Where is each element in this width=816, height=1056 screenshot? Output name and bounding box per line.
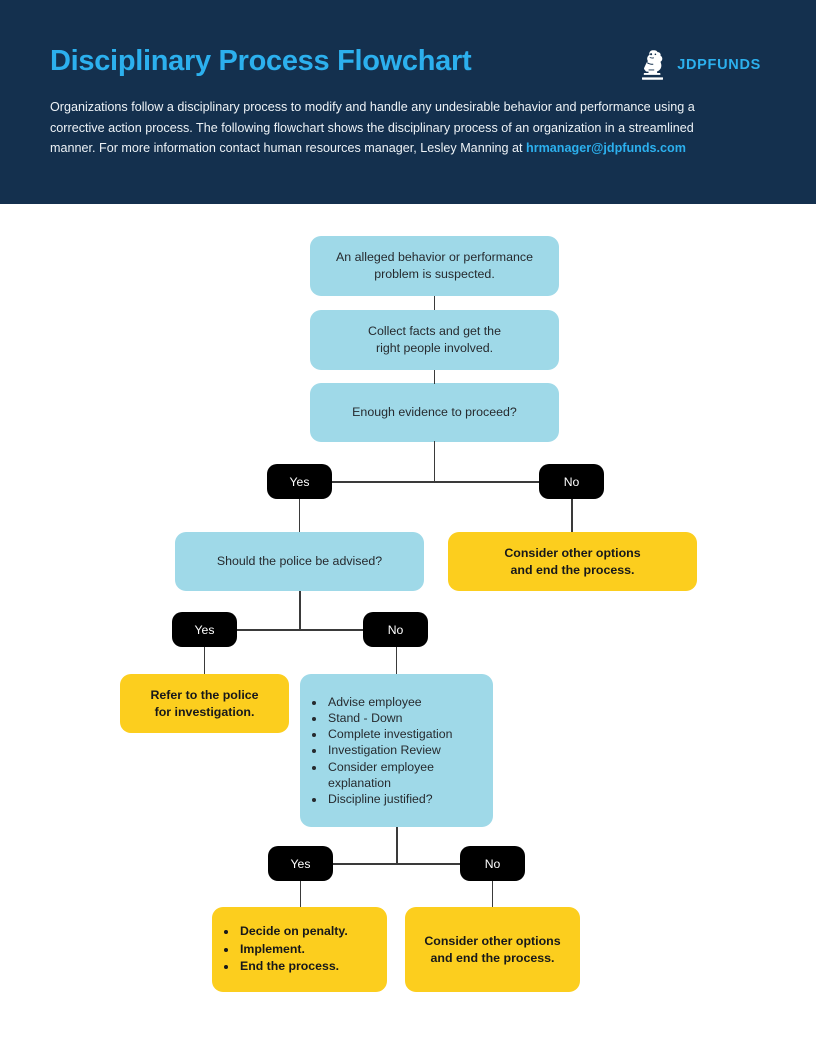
connector-n3-down [433, 441, 436, 481]
connector-n2-n3 [433, 370, 436, 384]
decision-discipline-yes[interactable]: Yes [268, 846, 333, 881]
connector-n4-down [299, 591, 301, 629]
list-item: Complete investigation [326, 726, 493, 742]
investigation-list: Advise employee Stand - Down Complete in… [300, 694, 493, 807]
decision-label: No [484, 856, 501, 871]
decision-discipline-no[interactable]: No [460, 846, 525, 881]
node-label: Consider other options and end the proce… [414, 933, 570, 967]
list-item: End the process. [238, 958, 348, 976]
node-label: Consider other options and end the proce… [494, 545, 650, 579]
decision-label: No [563, 474, 580, 489]
node-decide-penalty[interactable]: Decide on penalty. Implement. End the pr… [212, 907, 387, 992]
node-label-line1: Consider other options [424, 933, 561, 948]
brand-name: JDPFUNDS [677, 57, 761, 73]
decision-police-no[interactable]: No [363, 612, 428, 647]
node-label-line1: Refer to the police [150, 687, 259, 702]
node-label-line2: and end the process. [510, 562, 635, 577]
node-label: An alleged behavior or performance probl… [336, 250, 533, 281]
decision-label: Yes [194, 622, 215, 637]
node-investigation-checklist[interactable]: Advise employee Stand - Down Complete in… [300, 674, 493, 827]
list-item: Stand - Down [326, 710, 493, 726]
list-item: Consider employee explanation [326, 759, 493, 791]
node-label-line2: and end the process. [430, 950, 555, 965]
node-label: Should the police be advised? [216, 554, 383, 568]
lion-statue-icon [638, 48, 668, 82]
decision-evidence-no[interactable]: No [539, 464, 604, 499]
decision-police-yes[interactable]: Yes [172, 612, 237, 647]
node-label-line1: Collect facts and get the [368, 324, 501, 338]
connector-no2-n7 [395, 647, 398, 674]
brand-lockup: JDPFUNDS [638, 48, 761, 82]
flowchart-canvas: An alleged behavior or performance probl… [0, 204, 816, 1056]
penalty-list: Decide on penalty. Implement. End the pr… [212, 923, 348, 976]
intro-paragraph: Organizations follow a disciplinary proc… [50, 97, 740, 159]
connector-n7-down [396, 827, 398, 863]
connector-n1-n2 [433, 296, 436, 310]
node-label: Collect facts and get the right people i… [358, 323, 511, 357]
hr-email-link[interactable]: hrmanager@jdpfunds.com [526, 141, 686, 155]
node-label-line1: Consider other options [504, 545, 641, 560]
connector-no3-n9 [491, 881, 494, 907]
page-header: Disciplinary Process Flowchart JDPFUNDS … [0, 0, 816, 204]
list-item: Implement. [238, 941, 348, 959]
list-item: Advise employee [326, 694, 493, 710]
node-enough-evidence[interactable]: Enough evidence to proceed? [310, 383, 559, 442]
decision-evidence-yes[interactable]: Yes [267, 464, 332, 499]
node-label-line2: right people involved. [375, 341, 494, 355]
connector-yes2-n6 [203, 647, 206, 674]
list-item: Investigation Review [326, 742, 493, 758]
node-label: Enough evidence to proceed? [352, 405, 517, 419]
connector-no1-n5 [571, 499, 573, 532]
node-consider-other-options-upper[interactable]: Consider other options and end the proce… [448, 532, 697, 591]
decision-label: Yes [289, 474, 310, 489]
node-label: Refer to the police for investigation. [140, 687, 268, 721]
node-label-line2: for investigation. [154, 704, 255, 719]
node-police-advised[interactable]: Should the police be advised? [175, 532, 424, 591]
list-item: Discipline justified? [326, 791, 493, 807]
connector-decision1-bar [299, 481, 572, 483]
list-item: Decide on penalty. [238, 923, 348, 941]
connector-yes3-n8 [299, 881, 302, 907]
decision-label: No [387, 622, 404, 637]
connector-yes1-n4 [298, 499, 301, 532]
decision-label: Yes [290, 856, 311, 871]
node-consider-other-options-lower[interactable]: Consider other options and end the proce… [405, 907, 580, 992]
node-collect-facts[interactable]: Collect facts and get the right people i… [310, 310, 559, 370]
node-refer-to-police[interactable]: Refer to the police for investigation. [120, 674, 289, 733]
page-title: Disciplinary Process Flowchart [50, 45, 472, 77]
node-alleged-behavior[interactable]: An alleged behavior or performance probl… [310, 236, 559, 296]
